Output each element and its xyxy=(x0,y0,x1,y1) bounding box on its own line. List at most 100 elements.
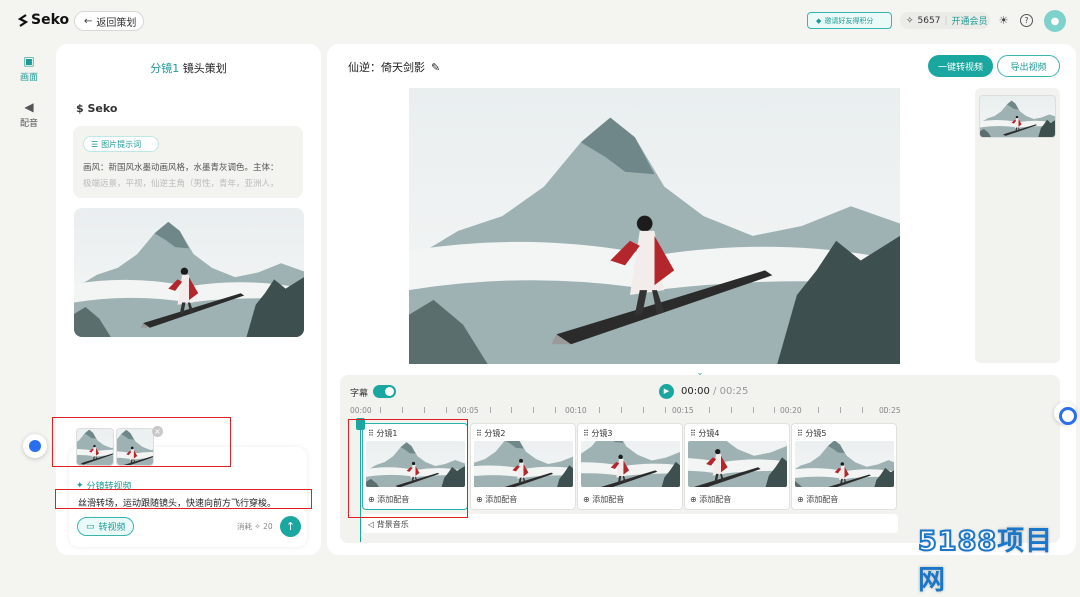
clip-name: ⠿ 分镜4 xyxy=(690,429,720,438)
main-preview-image[interactable] xyxy=(409,88,900,364)
brand-name: Seko xyxy=(87,102,118,115)
app-name: Seko xyxy=(31,12,70,28)
ruler-label: 00:20 xyxy=(780,406,802,415)
ruler-tick xyxy=(752,407,754,413)
clip-shot-2[interactable]: ⠿ 分镜2 ⊕ 添加配音 xyxy=(470,423,576,510)
ruler-tick xyxy=(511,407,513,413)
rail-item-voice[interactable]: ◀ 配音 xyxy=(14,100,44,129)
watermark-number: 5188 xyxy=(917,525,998,558)
ruler-tick xyxy=(445,407,447,413)
ruler-label: 00:10 xyxy=(565,406,587,415)
prompt-box[interactable]: ☰ 图片提示词 画风：新国风水墨动画风格，水墨青灰调色。主体： 极端远景，平视，… xyxy=(73,126,303,198)
history-thumb-art xyxy=(980,96,1055,137)
speaker-icon: ◀ xyxy=(24,100,34,114)
ruler-tick xyxy=(884,407,886,413)
ruler-label: 00:00 xyxy=(350,406,372,415)
clip-name: ⠿ 分镜3 xyxy=(583,429,613,438)
add-voice-button[interactable]: ⊕ 添加配音 xyxy=(690,494,731,505)
clip-name-text: 分镜3 xyxy=(591,429,613,438)
ruler-label: 00:25 xyxy=(879,406,901,415)
ruler-tick xyxy=(642,407,644,413)
clip-thumbnail xyxy=(474,441,573,487)
sun-icon[interactable]: ☀ xyxy=(997,14,1010,27)
clip-name: ⠿ 分镜5 xyxy=(797,429,827,438)
rail-item-visual[interactable]: ▣ 画面 xyxy=(14,54,44,83)
clip-art xyxy=(795,441,894,487)
ruler-tick xyxy=(489,407,491,413)
play-button[interactable]: ▶ xyxy=(659,384,674,399)
invite-label: 邀请好友得积分 xyxy=(824,16,874,25)
export-video-button[interactable]: 导出视频 xyxy=(997,55,1060,77)
convert-to-video-button[interactable]: ▭ 转视频 xyxy=(77,517,134,536)
bgm-text: 背景音乐 xyxy=(376,520,409,529)
credits-value: 5657 xyxy=(917,15,941,26)
rail-label-visual: 画面 xyxy=(19,73,38,83)
arrow-up-icon: ↑ xyxy=(285,520,296,533)
ruler-tick xyxy=(379,407,381,413)
clip-art xyxy=(581,441,680,487)
ruler-label: 00:05 xyxy=(457,406,479,415)
back-to-planning-button[interactable]: ← 返回策划 xyxy=(74,11,144,31)
add-voice-button[interactable]: ⊕ 添加配音 xyxy=(797,494,838,505)
clip-shot-4[interactable]: ⠿ 分镜4 ⊕ 添加配音 xyxy=(684,423,790,510)
one-click-convert-button[interactable]: 一键转视频 xyxy=(928,55,993,77)
diamond-icon: ◆ xyxy=(816,16,822,25)
back-label: 返回策划 xyxy=(96,17,137,29)
clip-shot-3[interactable]: ⠿ 分镜3 ⊕ 添加配音 xyxy=(577,423,683,510)
top-bar: Seko ← 返回策划 ◆ 邀请好友得积分 ✧ 5657 | 开通会员 ☀ ? … xyxy=(0,0,1080,42)
background-music-label: ◁ 背景音乐 xyxy=(368,519,409,530)
add-voice-button[interactable]: ⊕ 添加配音 xyxy=(476,494,517,505)
convert-label: 转视频 xyxy=(98,523,126,533)
shot-image[interactable] xyxy=(74,208,304,337)
sparkle-icon: ✧ xyxy=(254,522,261,531)
prompt-icon: ☰ xyxy=(91,139,99,149)
help-icon[interactable]: ? xyxy=(1020,14,1033,27)
prompt-text: 画风：新国风水墨动画风格，水墨青灰调色。主体： 极端远景，平视，仙逆主角（男性，… xyxy=(83,160,295,192)
subtitle-toggle[interactable] xyxy=(373,385,396,398)
ruler-tick xyxy=(818,407,820,413)
ruler-tick xyxy=(774,407,776,413)
cost-value: 20 xyxy=(263,522,273,531)
assistant-bubble-icon[interactable] xyxy=(23,434,47,458)
preview-art xyxy=(409,88,900,364)
clip-name-text: 分镜5 xyxy=(805,429,827,438)
shot-image-art xyxy=(74,208,304,337)
brand-label: $ Seko xyxy=(76,102,117,115)
ruler-tick xyxy=(730,407,732,413)
app-logo[interactable]: Seko xyxy=(18,12,69,28)
shot-label: 分镜1 xyxy=(150,62,180,75)
sparkle-icon: ✧ xyxy=(906,15,914,26)
image-prompt-chip[interactable]: ☰ 图片提示词 xyxy=(83,136,159,152)
credits-badge[interactable]: ✧ 5657 | 开通会员 xyxy=(900,12,990,29)
avatar[interactable]: ● xyxy=(1044,10,1066,32)
invite-friends-button[interactable]: ◆ 邀请好友得积分 xyxy=(807,12,892,29)
clip-shot-5[interactable]: ⠿ 分镜5 ⊕ 添加配音 xyxy=(791,423,897,510)
highlight-box-clip xyxy=(348,419,468,518)
history-thumb[interactable] xyxy=(979,95,1056,138)
user-icon: ● xyxy=(1050,15,1060,27)
send-button[interactable]: ↑ xyxy=(280,516,301,537)
clip-name-text: 分镜4 xyxy=(698,429,720,438)
prompt-line-1: 画风：新国风水墨动画风格，水墨青灰调色。主体： xyxy=(83,163,279,173)
panel-title: 分镜1 镜头策划 xyxy=(56,60,321,76)
play-icon: ▶ xyxy=(663,387,670,395)
assistant-bubble-icon[interactable] xyxy=(1054,402,1077,425)
add-voice-label: 添加配音 xyxy=(485,495,518,504)
clip-name-text: 分镜2 xyxy=(484,429,506,438)
subtitle-label: 字幕 xyxy=(350,389,369,399)
add-voice-label: 添加配音 xyxy=(592,495,625,504)
vip-link[interactable]: 开通会员 xyxy=(952,14,988,27)
clip-thumbnail xyxy=(581,441,680,487)
ruler-tick xyxy=(621,407,623,413)
edit-icon[interactable]: ✎ xyxy=(431,61,440,74)
project-title: 仙逆：倚天剑影 ✎ xyxy=(348,59,440,75)
add-voice-button[interactable]: ⊕ 添加配音 xyxy=(583,494,624,505)
credits-divider: | xyxy=(944,15,948,26)
video-camera-icon: ▭ xyxy=(86,521,95,532)
project-title-text: 仙逆：倚天剑影 xyxy=(348,61,425,74)
ruler-tick xyxy=(664,407,666,413)
ruler-tick xyxy=(599,407,601,413)
ruler-tick xyxy=(401,407,403,413)
clip-thumbnail xyxy=(795,441,894,487)
seko-logo-icon: $ xyxy=(76,102,84,115)
